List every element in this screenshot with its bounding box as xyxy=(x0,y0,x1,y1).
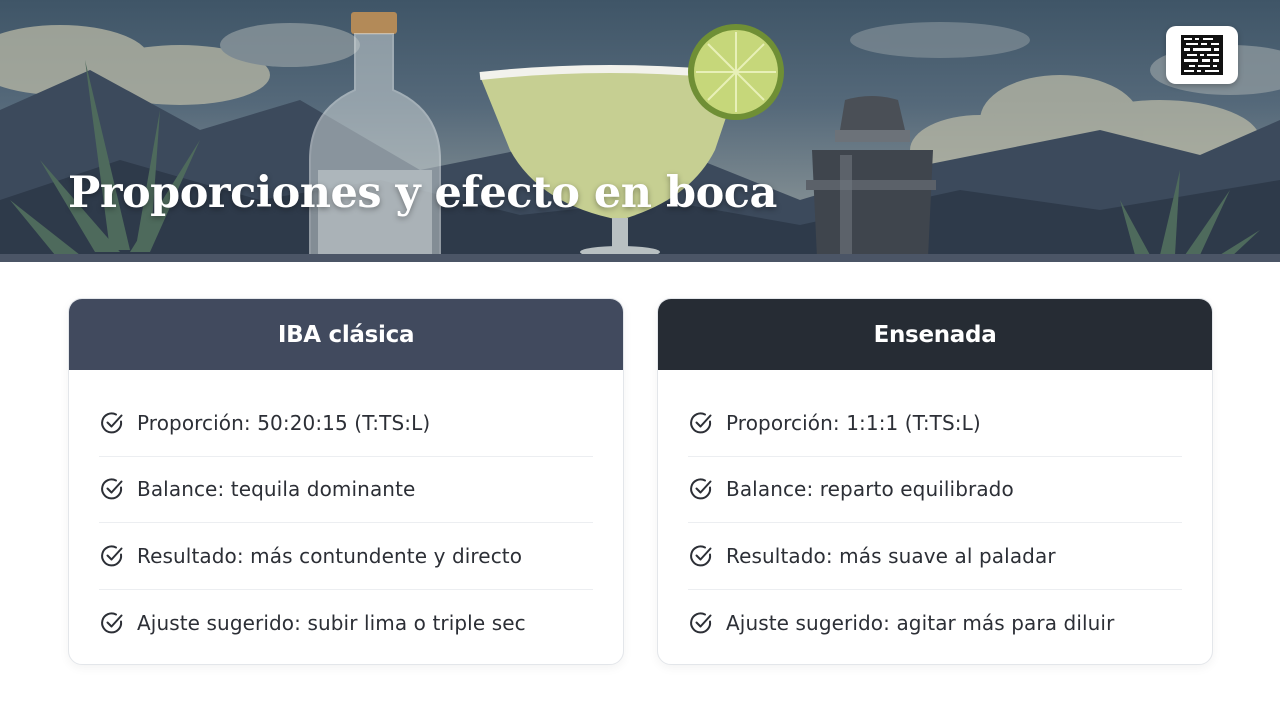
list-item: Proporción: 1:1:1 (T:TS:L) xyxy=(688,390,1182,457)
card-title: IBA clásica xyxy=(69,299,623,370)
check-circle-icon xyxy=(101,478,123,500)
margarita-illustration xyxy=(0,12,1280,262)
card-ensenada: Ensenada Proporción: 1:1:1 (T:TS:L) Bala… xyxy=(657,298,1213,665)
list-item-text: Ajuste sugerido: subir lima o triple sec xyxy=(137,610,526,635)
card-title: Ensenada xyxy=(658,299,1212,370)
card-items: Proporción: 50:20:15 (T:TS:L) Balance: t… xyxy=(69,370,623,656)
list-item-text: Ajuste sugerido: agitar más para diluir xyxy=(726,610,1115,635)
list-item-text: Proporción: 1:1:1 (T:TS:L) xyxy=(726,410,981,435)
list-item: Resultado: más suave al paladar xyxy=(688,523,1182,590)
list-item-text: Balance: reparto equilibrado xyxy=(726,477,1014,502)
logo-badge[interactable] xyxy=(1166,26,1238,84)
card-iba-clasica: IBA clásica Proporción: 50:20:15 (T:TS:L… xyxy=(68,298,624,665)
list-item: Proporción: 50:20:15 (T:TS:L) xyxy=(99,390,593,457)
check-circle-icon xyxy=(101,545,123,567)
list-item: Ajuste sugerido: agitar más para diluir xyxy=(688,590,1182,657)
check-circle-icon xyxy=(101,412,123,434)
check-circle-icon xyxy=(101,612,123,634)
check-circle-icon xyxy=(690,478,712,500)
check-circle-icon xyxy=(690,545,712,567)
hero-divider xyxy=(0,254,1280,262)
page-title: Proporciones y efecto en boca xyxy=(68,168,777,218)
list-item: Ajuste sugerido: subir lima o triple sec xyxy=(99,590,593,657)
list-item: Resultado: más contundente y directo xyxy=(99,523,593,590)
check-circle-icon xyxy=(690,612,712,634)
list-item: Balance: reparto equilibrado xyxy=(688,457,1182,523)
list-item: Balance: tequila dominante xyxy=(99,457,593,523)
qr-code-logo-icon xyxy=(1181,35,1223,75)
check-circle-icon xyxy=(690,412,712,434)
hero-banner: Proporciones y efecto en boca xyxy=(0,0,1280,262)
list-item-text: Resultado: más suave al paladar xyxy=(726,543,1056,568)
list-item-text: Balance: tequila dominante xyxy=(137,477,416,502)
list-item-text: Resultado: más contundente y directo xyxy=(137,543,523,568)
list-item-text: Proporción: 50:20:15 (T:TS:L) xyxy=(137,410,431,435)
card-items: Proporción: 1:1:1 (T:TS:L) Balance: repa… xyxy=(658,370,1212,656)
